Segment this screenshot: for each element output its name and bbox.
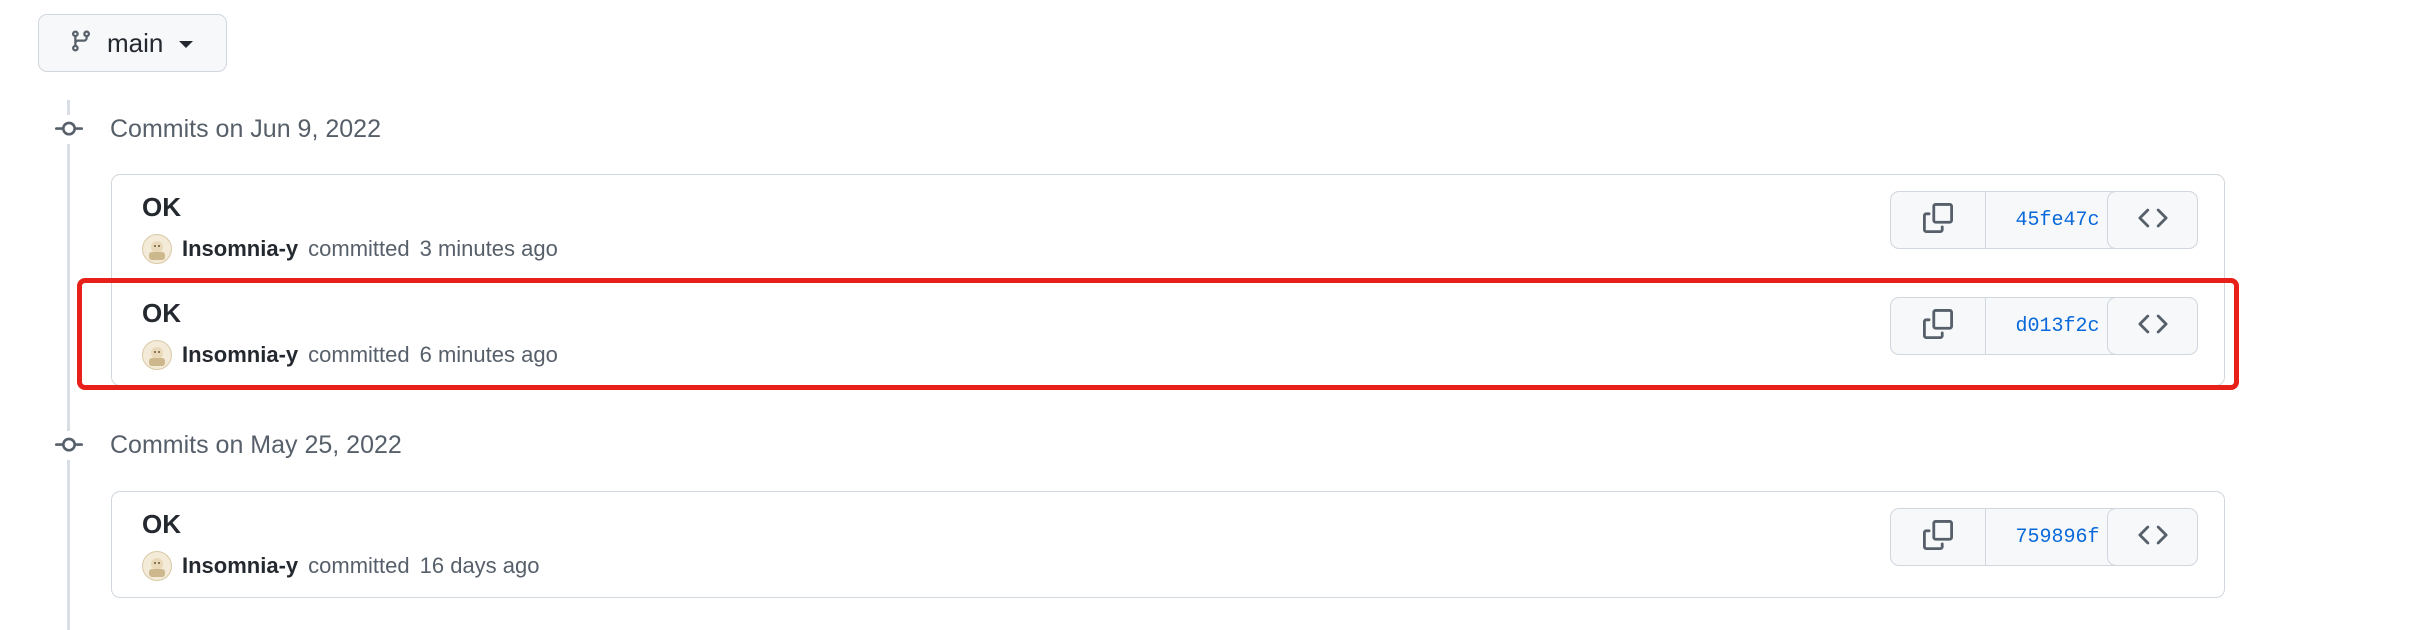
commit-message-link[interactable]: OK <box>142 509 181 540</box>
commit-group-header: Commits on Jun 9, 2022 <box>54 109 381 149</box>
commit-meta: Insomnia-y committed 3 minutes ago <box>142 233 558 265</box>
sha-button-group: 759896f <box>1890 508 2130 566</box>
commit-group-title: Commits on May 25, 2022 <box>110 430 402 459</box>
commit-row: OK Insomnia-y committed 6 minutes ago d0… <box>112 280 2224 385</box>
commit-list: OK Insomnia-y committed 3 minutes ago 45… <box>111 174 2225 386</box>
commit-row: OK Insomnia-y committed 3 minutes ago 45… <box>112 175 2224 280</box>
commit-time: 3 minutes ago <box>419 236 558 261</box>
caret-down-icon <box>179 41 194 48</box>
commit-action: committed <box>308 553 410 578</box>
commit-group-header: Commits on May 25, 2022 <box>54 425 402 465</box>
commit-group-title: Commits on Jun 9, 2022 <box>110 114 381 143</box>
commit-author-link[interactable]: Insomnia-y <box>182 342 298 368</box>
code-icon <box>2137 203 2168 238</box>
commit-meta: Insomnia-y committed 16 days ago <box>142 550 540 582</box>
avatar[interactable] <box>142 551 172 581</box>
avatar[interactable] <box>142 234 172 264</box>
commits-page: main Commits on Jun 9, 2022 OK Insomnia-… <box>0 0 2424 630</box>
copy-sha-button[interactable] <box>1891 192 1986 248</box>
code-icon <box>2137 309 2168 344</box>
copy-icon <box>1923 519 1953 555</box>
branch-label: main <box>107 27 164 58</box>
sha-button-group: d013f2c <box>1890 297 2130 355</box>
commit-time: 6 minutes ago <box>419 342 558 367</box>
browse-repo-button[interactable] <box>2107 191 2198 249</box>
commit-list: OK Insomnia-y committed 16 days ago 7598… <box>111 491 2225 598</box>
code-icon <box>2137 520 2168 555</box>
git-branch-icon <box>69 27 93 60</box>
branch-selector-button[interactable]: main <box>38 14 227 72</box>
copy-sha-button[interactable] <box>1891 298 1986 354</box>
commit-author-link[interactable]: Insomnia-y <box>182 553 298 579</box>
git-commit-icon <box>54 114 83 144</box>
commit-message-link[interactable]: OK <box>142 192 181 223</box>
commit-author-link[interactable]: Insomnia-y <box>182 236 298 262</box>
timeline-line <box>67 100 70 630</box>
copy-icon <box>1923 308 1953 344</box>
sha-button-group: 45fe47c <box>1890 191 2130 249</box>
copy-icon <box>1923 202 1953 238</box>
git-commit-icon <box>54 430 83 460</box>
browse-repo-button[interactable] <box>2107 508 2198 566</box>
commit-action: committed <box>308 342 410 367</box>
browse-repo-button[interactable] <box>2107 297 2198 355</box>
commit-action: committed <box>308 236 410 261</box>
commit-meta: Insomnia-y committed 6 minutes ago <box>142 339 558 371</box>
commit-time: 16 days ago <box>419 553 540 578</box>
commit-row: OK Insomnia-y committed 16 days ago 7598… <box>112 492 2224 597</box>
avatar[interactable] <box>142 340 172 370</box>
commit-message-link[interactable]: OK <box>142 298 181 329</box>
copy-sha-button[interactable] <box>1891 509 1986 565</box>
